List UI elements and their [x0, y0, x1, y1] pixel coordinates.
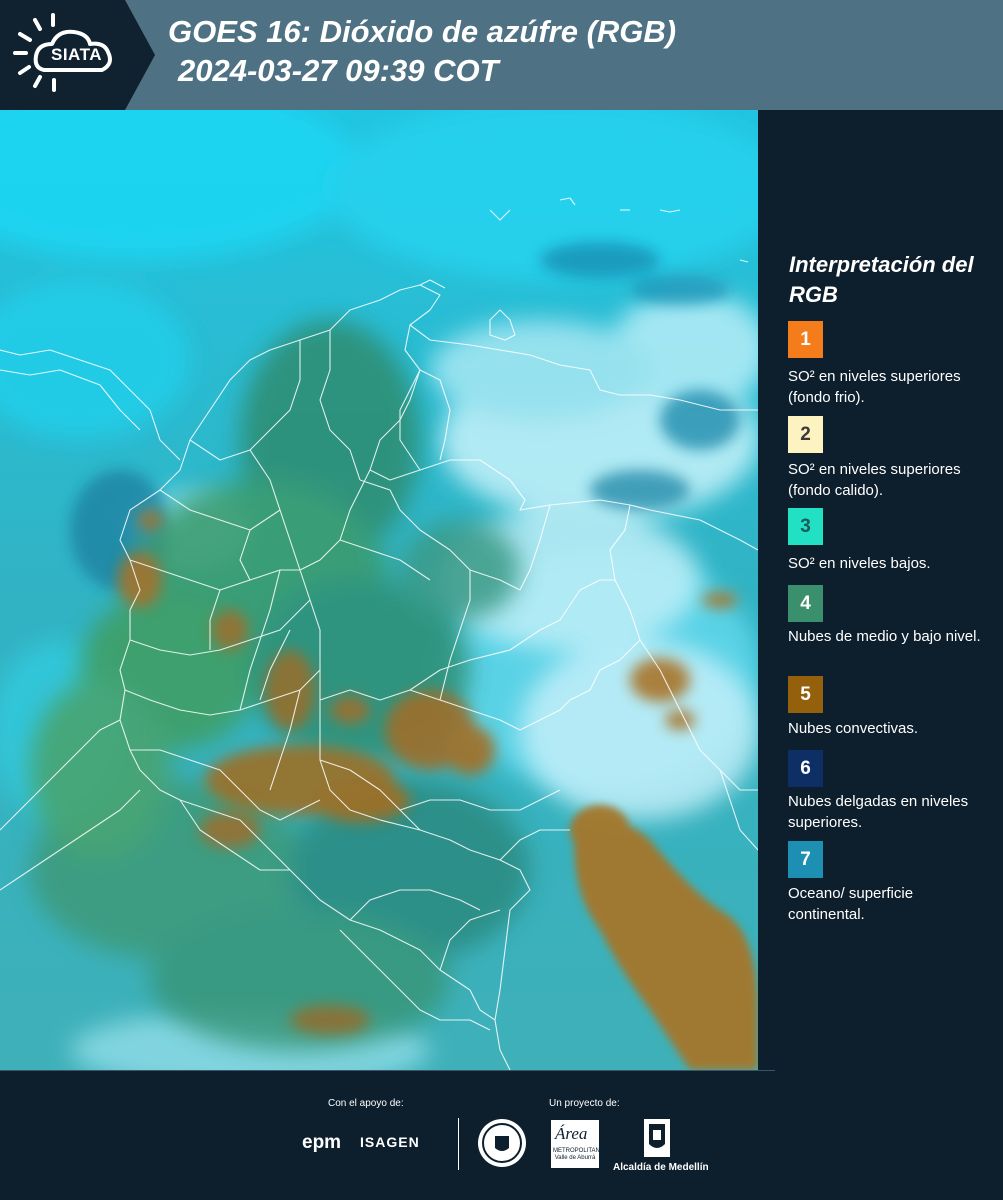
legend-label-7: Oceano/ superficie continental. — [788, 885, 914, 923]
siata-logo-text: SIATA — [51, 45, 102, 64]
area-logo-text: Área — [555, 1124, 588, 1143]
footer: Con el apoyo de: Un proyecto de: epm ISA… — [0, 1070, 1003, 1200]
legend-label-4: Nubes de medio y bajo nivel. — [788, 628, 981, 645]
alcaldia-logo-text: Alcaldía de Medellín — [613, 1162, 709, 1173]
legend-label-5: Nubes convectivas. — [788, 720, 919, 737]
legend-label-6: Nubes delgadas en niveles superiores. — [788, 793, 969, 831]
legend-label-2: SO² en niveles superiores (fondo calido)… — [788, 461, 961, 499]
area-logo-subtext: METROPOLITANA Valle de Aburrá — [553, 1148, 604, 1161]
legend-label-1: SO² en niveles superiores (fondo frio). — [788, 368, 961, 406]
footer-separator — [0, 1070, 775, 1071]
legend-swatch-6: 6 — [788, 750, 823, 787]
isagen-logo: ISAGEN — [360, 1134, 420, 1150]
legend-panel: Interpretación del RGB 1 SO² en niveles … — [758, 110, 1003, 1070]
legend-swatch-1: 1 — [788, 321, 823, 358]
university-seal-logo — [478, 1119, 526, 1167]
satellite-rgb-map — [0, 110, 758, 1070]
epm-logo: epm — [302, 1132, 342, 1153]
siata-logo: SIATA — [0, 0, 155, 110]
legend-swatch-5: 5 — [788, 676, 823, 713]
legend-title: Interpretación del RGB — [789, 252, 974, 307]
legend-swatch-7: 7 — [788, 841, 823, 878]
legend-swatch-4: 4 — [788, 585, 823, 622]
alcaldia-shield-logo — [644, 1119, 670, 1157]
legend-swatch-3: 3 — [788, 508, 823, 545]
header-bar: SIATA GOES 16: Dióxido de azúfre (RGB) 2… — [0, 0, 1003, 110]
legend-swatch-2: 2 — [788, 416, 823, 453]
area-metropolitana-logo: Área METROPOLITANA Valle de Aburrá — [551, 1120, 604, 1168]
footer-divider — [458, 1118, 459, 1170]
page-title: GOES 16: Dióxido de azúfre (RGB) — [168, 14, 677, 49]
legend-label-3: SO² en niveles bajos. — [788, 555, 931, 572]
satellite-image — [0, 110, 758, 1070]
page-timestamp: 2024-03-27 09:39 COT — [178, 53, 499, 88]
project-label: Un proyecto de: — [549, 1098, 620, 1109]
support-label: Con el apoyo de: — [328, 1098, 404, 1109]
